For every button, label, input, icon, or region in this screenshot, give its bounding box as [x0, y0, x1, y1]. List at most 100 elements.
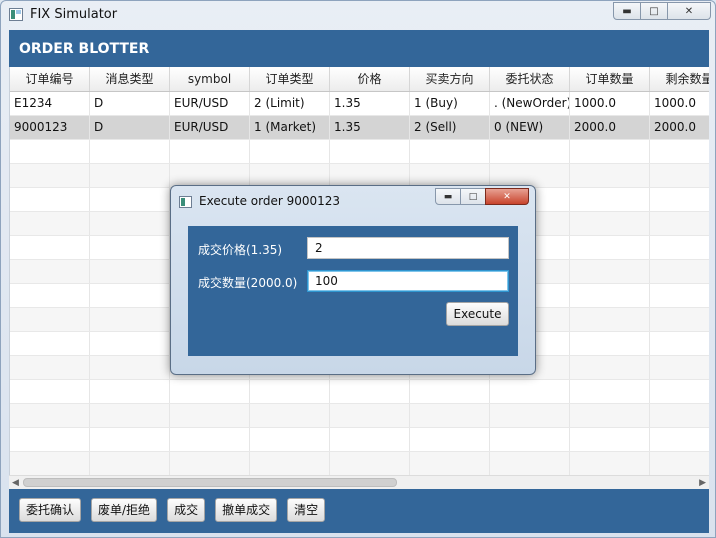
title-bar[interactable]: FIX Simulator ▬ □ ✕	[1, 1, 715, 29]
empty-cell	[410, 140, 490, 163]
empty-cell	[650, 212, 709, 235]
empty-cell	[170, 380, 250, 403]
empty-cell	[10, 236, 90, 259]
reject-order-button[interactable]: 废单/拒绝	[91, 498, 158, 522]
empty-cell	[330, 452, 410, 475]
empty-cell	[490, 140, 570, 163]
empty-cell	[650, 284, 709, 307]
cell-order-id: 9000123	[10, 116, 90, 139]
scroll-right-icon[interactable]: ▶	[699, 478, 706, 488]
column-header-symbol[interactable]: symbol	[170, 67, 250, 91]
empty-cell	[90, 452, 170, 475]
empty-cell	[650, 164, 709, 187]
price-input[interactable]	[307, 237, 509, 259]
empty-cell	[490, 404, 570, 427]
empty-cell	[10, 356, 90, 379]
empty-cell	[250, 140, 330, 163]
empty-cell	[490, 452, 570, 475]
empty-cell	[10, 404, 90, 427]
close-icon[interactable]: ✕	[485, 188, 529, 205]
maximize-icon[interactable]: □	[460, 188, 486, 205]
empty-cell	[570, 284, 650, 307]
empty-cell	[650, 140, 709, 163]
fill-button[interactable]: 成交	[167, 498, 206, 522]
empty-cell	[650, 428, 709, 451]
empty-cell	[570, 188, 650, 211]
quantity-input[interactable]	[307, 270, 509, 292]
empty-cell	[90, 236, 170, 259]
execute-button[interactable]: Execute	[446, 302, 509, 326]
column-header-price[interactable]: 价格	[330, 67, 410, 91]
empty-cell	[410, 164, 490, 187]
cell-price: 1.35	[330, 92, 410, 115]
window-title: FIX Simulator	[30, 7, 118, 22]
empty-cell	[10, 284, 90, 307]
column-header-side[interactable]: 买卖方向	[410, 67, 490, 91]
close-icon[interactable]: ✕	[667, 2, 711, 20]
table-row[interactable]: E1234 D EUR/USD 2 (Limit) 1.35 1 (Buy) .…	[10, 92, 709, 116]
dialog-title: Execute order 9000123	[199, 194, 341, 208]
empty-cell	[490, 380, 570, 403]
empty-cell	[90, 212, 170, 235]
dialog-app-icon	[179, 196, 192, 208]
empty-table-row	[10, 140, 709, 164]
empty-cell	[570, 236, 650, 259]
empty-cell	[570, 404, 650, 427]
empty-cell	[90, 284, 170, 307]
column-header-qty[interactable]: 订单数量	[570, 67, 650, 91]
cell-order-type: 2 (Limit)	[250, 92, 330, 115]
empty-cell	[90, 380, 170, 403]
empty-cell	[330, 428, 410, 451]
minimize-icon[interactable]: ▬	[613, 2, 641, 20]
empty-cell	[10, 260, 90, 283]
empty-cell	[90, 356, 170, 379]
empty-cell	[170, 140, 250, 163]
column-header-status[interactable]: 委托状态	[490, 67, 570, 91]
empty-cell	[410, 452, 490, 475]
scrollbar-thumb[interactable]	[23, 478, 397, 487]
empty-cell	[650, 236, 709, 259]
horizontal-scrollbar[interactable]: ◀ ▶	[9, 475, 709, 489]
empty-cell	[170, 164, 250, 187]
confirm-order-button[interactable]: 委托确认	[19, 498, 82, 522]
minimize-icon[interactable]: ▬	[435, 188, 461, 205]
cancel-fill-button[interactable]: 撤单成交	[215, 498, 278, 522]
empty-cell	[90, 308, 170, 331]
empty-cell	[650, 308, 709, 331]
empty-cell	[330, 380, 410, 403]
cell-side: 2 (Sell)	[410, 116, 490, 139]
empty-cell	[10, 188, 90, 211]
dialog-controls: ▬ □ ✕	[435, 188, 529, 205]
cell-symbol: EUR/USD	[170, 116, 250, 139]
cell-order-id: E1234	[10, 92, 90, 115]
empty-cell	[570, 428, 650, 451]
maximize-icon[interactable]: □	[640, 2, 668, 20]
empty-cell	[650, 404, 709, 427]
empty-cell	[570, 308, 650, 331]
empty-cell	[250, 404, 330, 427]
empty-cell	[570, 332, 650, 355]
empty-cell	[650, 452, 709, 475]
empty-cell	[90, 140, 170, 163]
empty-cell	[170, 452, 250, 475]
price-label: 成交价格(1.35)	[198, 243, 283, 257]
cell-status: . (NewOrder)	[490, 92, 570, 115]
empty-cell	[330, 404, 410, 427]
scroll-left-icon[interactable]: ◀	[12, 478, 19, 488]
cell-order-type: 1 (Market)	[250, 116, 330, 139]
empty-cell	[90, 188, 170, 211]
column-header-order-id[interactable]: 订单编号	[10, 67, 90, 91]
window-controls: ▬ □ ✕	[613, 2, 711, 20]
clear-button[interactable]: 清空	[287, 498, 326, 522]
empty-cell	[90, 332, 170, 355]
table-row-selected[interactable]: 9000123 D EUR/USD 1 (Market) 1.35 2 (Sel…	[10, 116, 709, 140]
cell-msg-type: D	[90, 92, 170, 115]
column-header-leaves-qty[interactable]: 剩余数量	[650, 67, 709, 91]
empty-cell	[170, 428, 250, 451]
column-header-msg-type[interactable]: 消息类型	[90, 67, 170, 91]
empty-cell	[410, 380, 490, 403]
empty-cell	[570, 356, 650, 379]
column-header-order-type[interactable]: 订单类型	[250, 67, 330, 91]
empty-cell	[650, 188, 709, 211]
cell-price: 1.35	[330, 116, 410, 139]
